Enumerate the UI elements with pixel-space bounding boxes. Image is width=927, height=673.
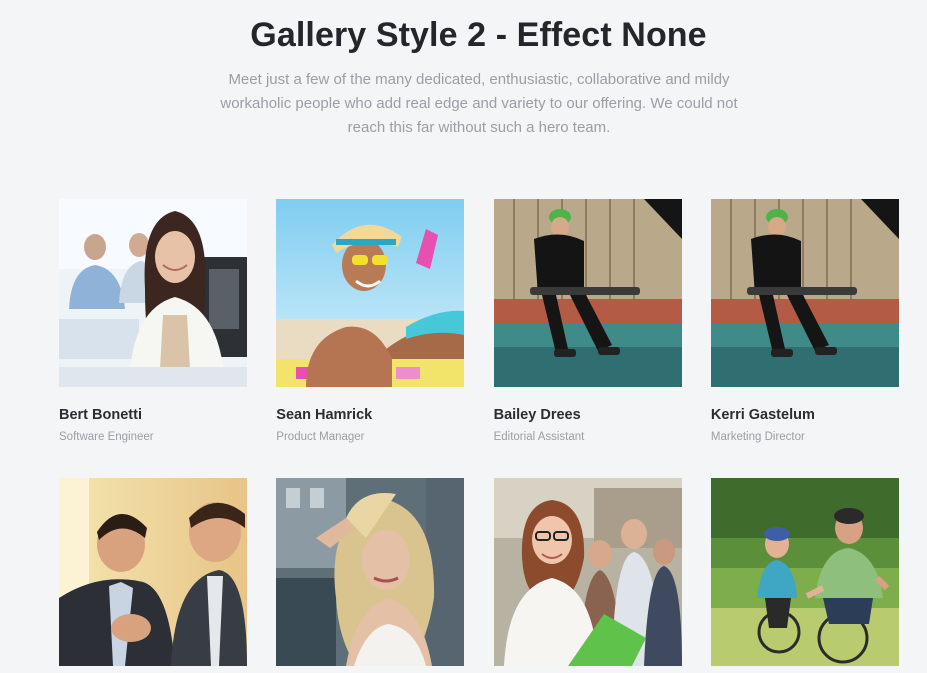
member-role: Editorial Assistant [493,431,585,443]
team-card[interactable] [710,478,899,666]
member-name: Kerri Gastelum [710,407,815,423]
page-title: Gallery Style 2 - Effect None [250,16,707,54]
student-glasses-photo[interactable] [493,478,682,666]
member-role: Software Engineer [59,431,154,443]
team-card[interactable] [493,478,682,666]
member-name: Bailey Drees [493,407,581,423]
woman-beach-photo[interactable] [276,199,465,387]
businessmen-photo[interactable] [59,478,247,666]
team-card[interactable]: Sean Hamrick Product Manager [276,199,465,478]
skateboarder-photo[interactable] [710,199,899,387]
skateboarder-photo[interactable] [493,199,682,387]
member-name: Sean Hamrick [276,407,373,423]
team-card[interactable]: Bert Bonetti Software Engineer [59,199,247,478]
team-gallery: Bert Bonetti Software Engineer Sean Hamr… [59,199,899,666]
team-card[interactable]: Kerri Gastelum Marketing Director [710,199,899,478]
page-subtitle: Meet just a few of the many dedicated, e… [220,71,738,136]
team-card[interactable]: Bailey Drees Editorial Assistant [493,199,682,478]
team-card[interactable] [276,478,465,666]
member-name: Bert Bonetti [59,407,142,423]
member-role: Marketing Director [710,431,805,443]
team-card[interactable] [59,478,247,666]
member-role: Product Manager [276,431,365,443]
woman-office-photo[interactable] [59,199,247,387]
cyclists-photo[interactable] [710,478,899,666]
blonde-model-photo[interactable] [276,478,465,666]
